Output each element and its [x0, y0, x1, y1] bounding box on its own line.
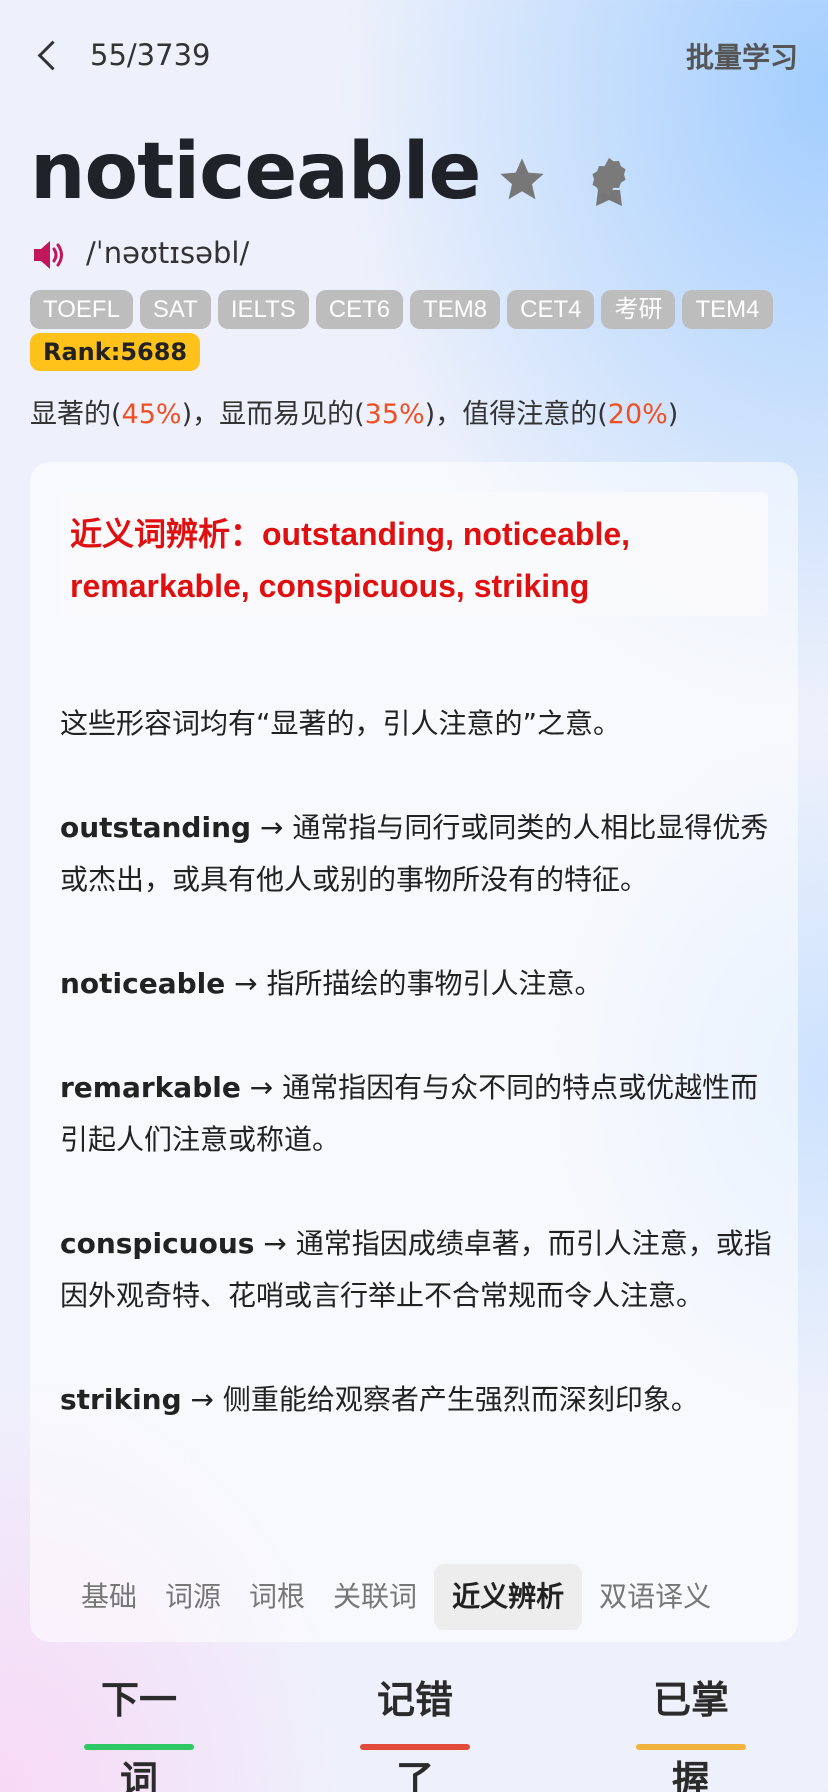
exam-tag: SAT — [139, 290, 211, 329]
meaning-separator: ， — [435, 399, 463, 430]
wrong-underline — [360, 1744, 470, 1750]
synonym-word: striking — [60, 1383, 182, 1416]
meaning-percent: 35% — [364, 399, 425, 430]
meaning-percent: 45% — [121, 399, 182, 430]
wrong-button[interactable]: 记错了 — [360, 1660, 470, 1792]
phonetic-text: /ˈnəʊtɪsəbl/ — [86, 236, 250, 270]
synonym-entry: remarkable → 通常指因有与众不同的特点或优越性而引起人们注意或称道。 — [60, 1062, 780, 1166]
synonym-entry: striking → 侧重能给观察者产生强烈而深刻印象。 — [60, 1374, 780, 1426]
progress-counter: 55/3739 — [90, 38, 211, 72]
next-word-label: 下一词 — [100, 1678, 177, 1792]
tab-related[interactable]: 关联词 — [322, 1564, 428, 1630]
star-icon[interactable] — [496, 154, 548, 206]
synonym-body: 这些形容词均有“显著的，引人注意的”之意。 outstanding → 通常指与… — [60, 698, 780, 1478]
detail-tabs: 基础 词源 词根 关联词 近义辨析 双语译义 — [70, 1564, 790, 1630]
headword: noticeable — [30, 127, 481, 217]
exam-tags: TOEFL SAT IELTS CET6 TEM8 CET4 考研 TEM4 — [30, 290, 820, 335]
synonym-heading: 近义词辨析：outstanding, noticeable, remarkabl… — [60, 492, 768, 616]
synonym-word: noticeable — [60, 967, 226, 1000]
synonym-entry: noticeable → 指所描绘的事物引人注意。 — [60, 958, 780, 1010]
synonym-entry: conspicuous → 通常指因成绩卓著，而引人注意，或指因外观奇特、花哨或… — [60, 1218, 780, 1322]
award-badge-icon[interactable] — [588, 156, 630, 208]
tab-etymology[interactable]: 词源 — [154, 1564, 232, 1630]
exam-tag: IELTS — [217, 290, 309, 329]
content-card: 近义词辨析：outstanding, noticeable, remarkabl… — [30, 462, 798, 1642]
meanings-line: 显著的(45%)，显而易见的(35%)，值得注意的(20%) — [30, 399, 679, 430]
synonym-entry: outstanding → 通常指与同行或同类的人相比显得优秀或杰出，或具有他人… — [60, 802, 780, 906]
tab-bilingual[interactable]: 双语译义 — [588, 1564, 722, 1630]
action-bar: 下一词 记错了 已掌握 — [0, 1660, 828, 1792]
batch-study-button[interactable]: 批量学习 — [686, 36, 798, 76]
synonym-word: conspicuous — [60, 1227, 255, 1260]
meaning-text: 显而易见的 — [219, 399, 355, 430]
synonym-word: outstanding — [60, 811, 252, 844]
meaning-separator: ， — [192, 399, 220, 430]
meaning-text: 显著的 — [30, 399, 111, 430]
meaning-percent: 20% — [607, 399, 668, 430]
next-underline — [84, 1744, 194, 1750]
mastered-underline — [636, 1744, 746, 1750]
tab-basic[interactable]: 基础 — [70, 1564, 148, 1630]
rank-badge: Rank:5688 — [30, 333, 201, 371]
back-chevron-icon[interactable] — [32, 36, 64, 76]
synonym-intro: 这些形容词均有“显著的，引人注意的”之意。 — [60, 707, 622, 740]
exam-tag: TOEFL — [30, 290, 133, 329]
synonym-desc: → 指所描绘的事物引人注意。 — [225, 967, 603, 1000]
exam-tag: 考研 — [601, 290, 676, 329]
tab-synonym-analysis[interactable]: 近义辨析 — [434, 1564, 583, 1630]
wrong-label: 记错了 — [376, 1678, 453, 1792]
exam-tag: CET4 — [507, 290, 595, 329]
mastered-label: 已掌握 — [652, 1678, 729, 1792]
exam-tag: TEM4 — [682, 290, 773, 329]
synonym-desc: → 侧重能给观察者产生强烈而深刻印象。 — [181, 1383, 699, 1416]
meaning-text: 值得注意的 — [462, 399, 598, 430]
mastered-button[interactable]: 已掌握 — [636, 1660, 746, 1792]
top-bar: 55/3739 批量学习 — [0, 0, 828, 112]
synonym-word: remarkable — [60, 1071, 241, 1104]
exam-tag: CET6 — [315, 290, 404, 329]
exam-tag: TEM8 — [410, 290, 501, 329]
speaker-icon[interactable] — [32, 238, 68, 272]
next-word-button[interactable]: 下一词 — [84, 1660, 194, 1792]
tab-root[interactable]: 词根 — [238, 1564, 316, 1630]
